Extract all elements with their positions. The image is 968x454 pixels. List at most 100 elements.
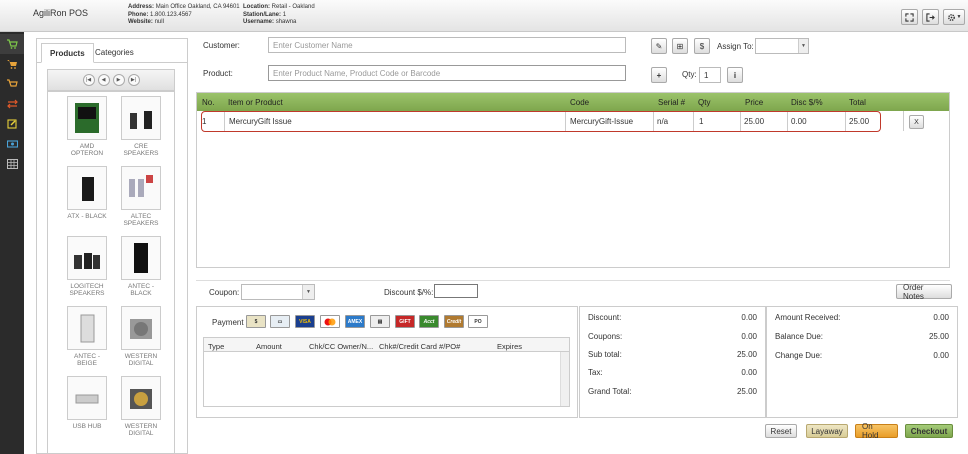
assign-to-select[interactable]: ▼ [755,38,809,54]
cash-icon [6,140,18,148]
station-value: 1 [282,11,287,18]
phone-value: 1.800.123.4567 [150,11,192,18]
chevron-down-icon: ▼ [956,14,962,20]
product-tile[interactable]: ALTEC SPEAKERS [120,166,162,227]
product-image [121,166,161,210]
product-tile[interactable]: ANTEC - BLACK [120,236,162,297]
first-page-button[interactable]: |◀ [82,74,95,86]
station-label: Station/Lane: [243,11,282,18]
product-name: ANTEC - BLACK [128,283,154,297]
pay-visa-button[interactable]: VISA [295,315,315,328]
product-search-input[interactable]: Enter Product Name, Product Code or Barc… [268,65,626,81]
order-notes-button[interactable]: Order Notes [896,283,952,301]
sidebar-cart-outline[interactable] [0,74,24,94]
table-header: No. Item or Product Code Serial # Qty Pr… [197,93,949,111]
cart-outline-icon [6,79,18,87]
cell-item: MercuryGift Issue [229,117,292,126]
prev-page-button[interactable]: ◀ [97,74,110,86]
product-image [67,236,107,280]
qty-input[interactable]: 1 [699,67,721,83]
location-label: Location: [243,4,270,10]
pay-check-button[interactable]: ▭ [270,315,290,328]
col-expires: Expires [497,342,523,351]
pay-amex-button[interactable]: AMEX [345,315,365,328]
product-name: ATX - BLACK [67,213,107,220]
top-header: AgiliRon POS Address: Main Office Oaklan… [0,0,968,32]
plus-icon: + [656,70,662,80]
remove-line-button[interactable]: X [909,115,924,129]
product-tile[interactable]: AMD OPTERON [66,96,108,157]
sidebar-home[interactable] [0,34,24,54]
sidebar-transfer[interactable] [0,94,24,114]
product-image [67,96,107,140]
column-divider [903,111,904,131]
payment-table-scrollbar[interactable] [560,352,569,406]
pay-credit-button[interactable]: Credit [444,315,464,328]
pay-mastercard-button[interactable] [320,315,340,328]
price-button[interactable]: $ [694,38,710,54]
next-page-button[interactable]: ▶ [112,74,125,86]
sidebar-edit[interactable] [0,114,24,134]
totals-panel: Discount: 0.00 Coupons: 0.00 Sub total: 25.… [579,306,766,418]
fullscreen-button[interactable] [901,9,918,25]
tab-products[interactable]: Products [41,43,94,63]
product-name: LOGITECH SPEAKERS [69,283,105,297]
pay-po-button[interactable]: PO [468,315,488,328]
store-info: Address: Main Office Oakland, CA 94601 P… [128,4,240,27]
subtotal-label: Sub total: [588,350,622,359]
amount-received-label: Amount Received: [775,313,841,322]
coupons-total-value: 0.00 [741,332,757,341]
product-panel: Products Categories |◀ ◀ ▶ ▶| AMD OPTERO… [36,38,188,454]
product-tile[interactable]: WESTERN DIGITAL [120,306,162,367]
info-icon: i [733,70,737,80]
website-value: null [154,19,164,26]
pay-account-button[interactable]: Acct [419,315,439,328]
tab-categories[interactable]: Categories [87,43,142,63]
product-tile[interactable]: WESTERN DIGITAL [120,376,162,437]
col-type: Type [208,342,225,351]
edit-customer-button[interactable]: ✎ [651,38,667,54]
product-info-button[interactable]: i [727,67,743,83]
layaway-button[interactable]: Layaway [806,424,848,438]
reset-button[interactable]: Reset [765,424,797,438]
discount-input[interactable] [434,284,478,298]
product-tile[interactable]: USB HUB [66,376,108,430]
cart-icon [6,39,18,49]
settings-menu-button[interactable]: ▼ [943,9,965,25]
grand-total-label: Grand Total: [588,387,632,396]
sidebar-table[interactable] [0,154,24,174]
pay-gift-button[interactable]: GIFT [395,315,415,328]
add-product-button[interactable]: + [651,67,667,83]
product-tile[interactable]: ATX - BLACK [66,166,108,220]
subtotal-value: 25.00 [736,350,757,359]
checkout-button[interactable]: Checkout [905,424,953,438]
cell-discount[interactable]: 0.00 [791,117,807,126]
product-name: WESTERN DIGITAL [124,423,158,437]
product-tile[interactable]: CRE SPEAKERS [120,96,162,157]
sidebar-cash[interactable] [0,134,24,154]
product-pager: |◀ ◀ ▶ ▶| [47,69,175,91]
product-name: WESTERN DIGITAL [124,353,158,367]
cell-price[interactable]: 25.00 [744,117,764,126]
sidebar-cart[interactable] [0,54,24,74]
customer-search-input[interactable]: Enter Customer Name [268,37,626,53]
left-sidebar [0,32,24,454]
coupon-select[interactable]: ▼ [241,284,315,300]
on-hold-button[interactable]: On Hold [855,422,898,440]
table-row[interactable]: 1 MercuryGift Issue MercuryGift-Issue n/… [201,111,881,132]
prev-page-icon: ◀ [101,77,106,83]
add-customer-button[interactable]: ⊞ [672,38,688,54]
pay-card-button[interactable]: ▤ [370,315,390,328]
last-page-button[interactable]: ▶| [127,74,140,86]
product-image [121,96,161,140]
cell-qty: 1 [699,117,704,126]
product-tile[interactable]: ANTEC - BEIGE [66,306,108,367]
cart-filled-icon [6,60,17,69]
logout-button[interactable] [922,9,939,25]
col-serial: Serial # [658,98,686,107]
expand-icon [905,12,914,22]
product-tile[interactable]: LOGITECH SPEAKERS [66,236,108,297]
dollar-icon: $ [699,41,705,51]
pay-cash-button[interactable]: $ [246,315,266,328]
col-code: Code [570,98,590,107]
